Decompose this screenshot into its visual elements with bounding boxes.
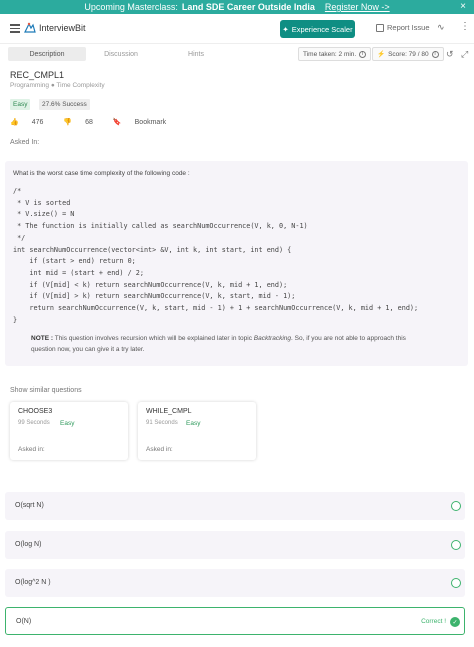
radio-circle-icon[interactable] — [451, 540, 461, 550]
problem-title: REC_CMPL1 — [10, 70, 65, 80]
answer-option-label: O(N) — [16, 618, 32, 625]
bookmark-label: Bookmark — [134, 118, 167, 126]
score-label: Score: 79 / 80 — [388, 50, 429, 58]
menu-icon[interactable] — [10, 24, 20, 33]
banner-title: Land SDE Career Outside India — [181, 2, 315, 12]
reset-icon[interactable]: ↺ — [446, 49, 454, 60]
answer-option-label: O(log N) — [15, 541, 42, 548]
note-topic: Backtracking — [253, 335, 292, 342]
breadcrumb[interactable]: Programming ● Time Complexity — [10, 82, 105, 89]
problem-tabs: Description Discussion Hints Time taken:… — [0, 44, 474, 62]
similar-question-time: 91 Seconds — [146, 420, 178, 426]
answer-option[interactable]: O(sqrt N) — [5, 492, 465, 520]
answer-option-label: O(log^2 N ) — [15, 579, 51, 586]
similar-question-name: CHOOSE3 — [18, 408, 53, 415]
thumbs-up-icon: 👍 — [10, 119, 19, 126]
time-taken-pill: Time taken: 2 min. i — [298, 47, 372, 61]
report-icon — [376, 23, 384, 32]
bookmark-icon: 🔖 — [112, 119, 122, 126]
similar-question-level: Easy — [60, 420, 75, 427]
time-taken-label: Time taken: 2 min. — [303, 50, 357, 58]
report-issue-button[interactable]: Report Issue — [376, 23, 430, 32]
tab-description[interactable]: Description — [8, 47, 86, 61]
register-now-link[interactable]: Register Now -> — [325, 2, 390, 12]
activity-icon[interactable]: ∿ — [437, 22, 445, 33]
logo-text: InterviewBit — [39, 22, 86, 33]
similar-question-asked-in: Asked in: — [18, 446, 45, 453]
sparkle-icon: ✦ — [282, 24, 289, 34]
radio-circle-icon[interactable] — [451, 501, 461, 511]
question-note: NOTE : This question involves recursion … — [31, 333, 431, 355]
check-icon[interactable]: ✓ — [450, 617, 460, 627]
bolt-icon: ⚡ — [377, 51, 386, 58]
radio-circle-icon[interactable] — [451, 578, 461, 588]
bookmark-button[interactable]: 🔖 Bookmark — [112, 118, 176, 127]
dislike-count: 68 — [85, 118, 93, 126]
similar-question-name: WHILE_CMPL — [146, 408, 192, 415]
tab-discussion[interactable]: Discussion — [84, 47, 158, 61]
experience-scaler-button[interactable]: ✦ Experience Scaler — [280, 20, 355, 38]
answer-option-label: O(sqrt N) — [15, 502, 44, 509]
difficulty-badge: Easy — [10, 99, 31, 110]
question-text: What is the worst case time complexity o… — [13, 170, 190, 177]
similar-question-asked-in: Asked in: — [146, 446, 173, 453]
similar-questions-heading[interactable]: Show similar questions — [10, 387, 82, 394]
note-label: NOTE : — [31, 335, 54, 342]
similar-question-card[interactable]: CHOOSE3 99 Seconds Easy Asked in: — [10, 402, 128, 460]
tab-hints[interactable]: Hints — [160, 47, 232, 61]
votes-row: 👍 476 👎 68 🔖 Bookmark — [10, 118, 186, 127]
close-banner-icon[interactable]: × — [460, 1, 466, 12]
score-pill: ⚡ Score: 79 / 80 i — [372, 47, 444, 61]
top-navigation: InterviewBit ✦ Experience Scaler Report … — [0, 14, 474, 44]
asked-in-label: Asked In: — [10, 139, 40, 146]
like-count: 476 — [31, 118, 44, 126]
answer-option[interactable]: O(log^2 N ) — [5, 569, 465, 597]
interviewbit-logo[interactable]: InterviewBit — [24, 22, 86, 33]
code-block: /* * V is sorted * V.size() = N * The fu… — [13, 187, 419, 324]
score-info-icon[interactable]: i — [431, 50, 439, 58]
more-options-icon[interactable]: ⋮ — [460, 21, 470, 32]
banner-prefix: Upcoming Masterclass: — [84, 2, 178, 12]
similar-question-time: 99 Seconds — [18, 420, 50, 426]
report-issue-label: Report Issue — [387, 23, 430, 32]
thumbs-down-icon: 👎 — [63, 119, 73, 126]
success-rate-badge: 27.6% Success — [39, 99, 90, 110]
experience-scaler-label: Experience Scaler — [291, 24, 353, 34]
expand-icon[interactable]: ⤢ — [461, 49, 468, 60]
answer-option[interactable]: O(log N) — [5, 531, 465, 559]
info-icon[interactable]: i — [359, 50, 367, 58]
similar-question-card[interactable]: WHILE_CMPL 91 Seconds Easy Asked in: — [138, 402, 256, 460]
answer-option-correct[interactable]: O(N) Correct ! ✓ — [5, 607, 465, 635]
like-button[interactable]: 👍 476 — [10, 118, 53, 127]
similar-question-level: Easy — [186, 420, 201, 427]
correct-tag: Correct ! — [421, 618, 446, 625]
dislike-button[interactable]: 👎 68 — [63, 118, 103, 127]
note-text-1: This question involves recursion which w… — [53, 335, 254, 342]
masterclass-banner: Upcoming Masterclass: Land SDE Career Ou… — [0, 0, 474, 14]
logo-icon — [24, 22, 36, 33]
